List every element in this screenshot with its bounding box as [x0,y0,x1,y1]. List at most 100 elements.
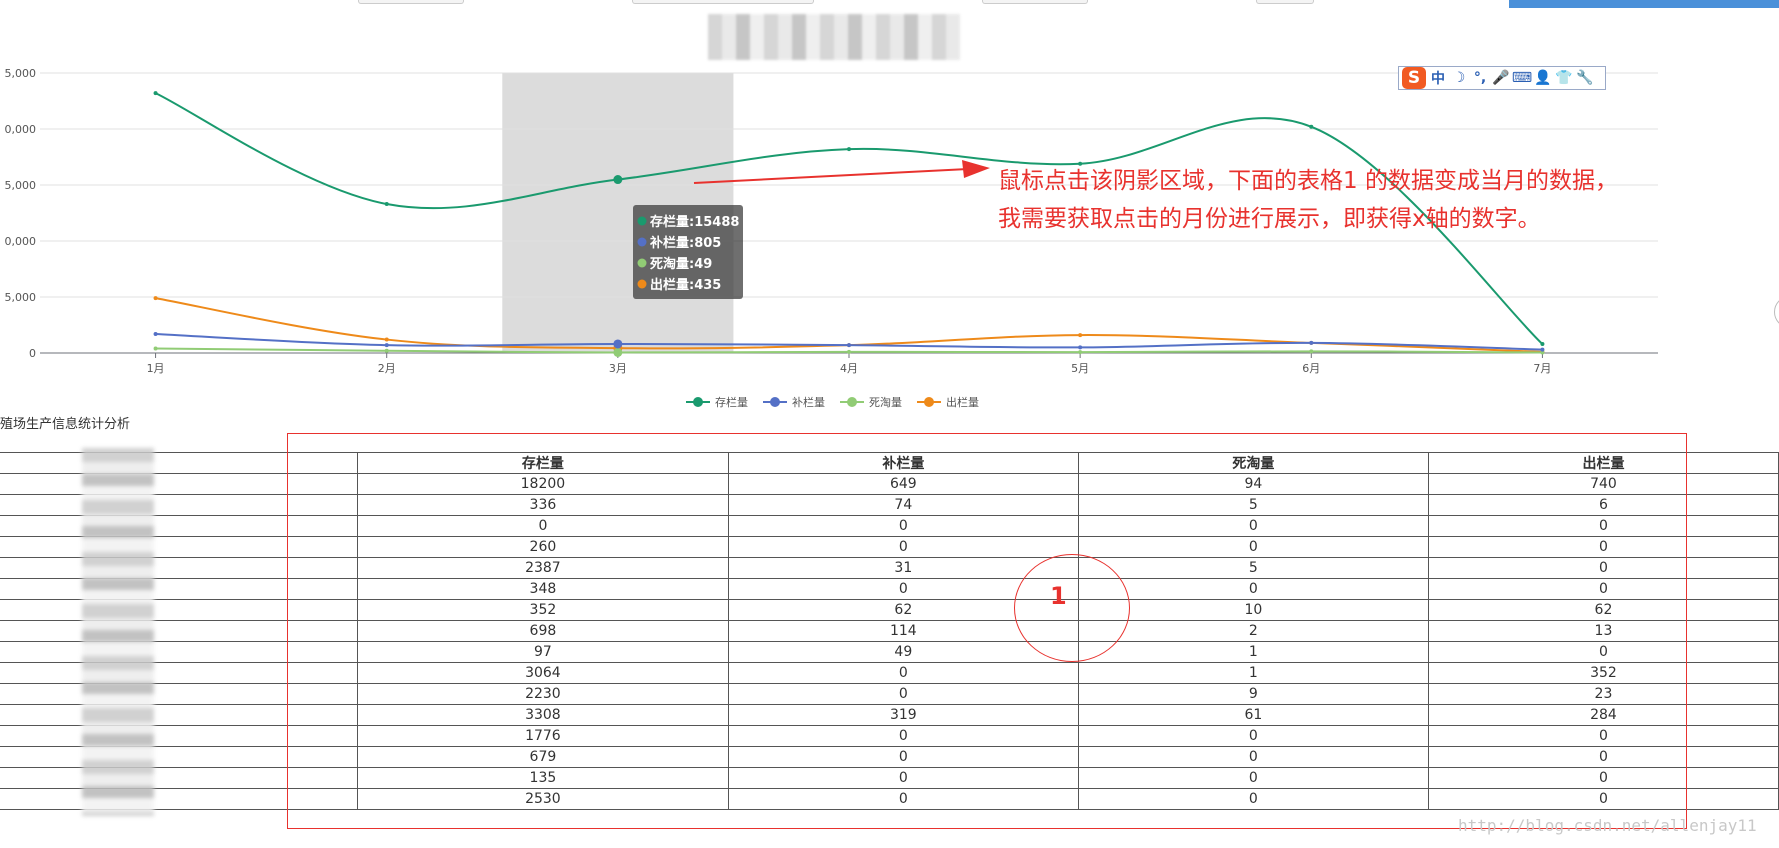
table-row: 679 0 0 0 [0,746,1779,768]
annotation-line-1: 鼠标点击该阴影区域，下面的表格1 的数据变成当月的数据， [998,168,1618,194]
table-row: 352 62 10 62 [0,599,1779,621]
table-cell: 319 [727,704,1079,726]
table-cell: 679 [357,746,729,768]
tooltip-marker [637,216,647,226]
row-name-cell [0,620,358,642]
row-name-cell [0,578,358,600]
data-point [384,348,389,353]
watermark: http://blog.csdn.net/allenjay11 [1458,816,1757,835]
shirt-icon[interactable]: 👕 [1555,69,1573,87]
table-cell: 114 [727,620,1079,642]
row-name-cell [0,494,358,516]
row-name-cell [0,788,358,810]
table-cell: 740 [1427,473,1779,495]
table-cell: 74 [727,494,1079,516]
moon-icon[interactable]: ☽ [1450,69,1468,87]
annotation-line-2: 我需要获取点击的月份进行展示，即获得x轴的数字。 [998,206,1541,232]
data-point [384,202,389,207]
row-name-cell [0,683,358,705]
tooltip-marker [637,258,647,268]
annotation-arrow-line [693,168,969,184]
table-cell: 2230 [357,683,729,705]
legend-label[interactable]: 死淘量 [869,396,902,409]
tooltip-text: 死淘量:49 [650,256,712,272]
table-row: 2230 0 9 23 [0,683,1779,705]
table-cell: 0 [357,515,729,537]
punctuation-icon[interactable]: °, [1471,69,1489,87]
table-cell: 94 [1077,473,1429,495]
y-tick-label: 0,000 [5,123,37,136]
chinese-mode-icon[interactable]: 中 [1429,69,1447,87]
table-row: 3064 0 1 352 [0,662,1779,684]
table-cell: 260 [357,536,729,558]
table-row: 348 0 0 0 [0,578,1779,600]
data-point [1309,124,1314,129]
table-cell: 698 [357,620,729,642]
table-cell: 0 [1427,641,1779,663]
table-cell: 352 [1427,662,1779,684]
table-cell: 0 [1077,578,1429,600]
data-point [613,347,623,357]
data-point [1309,349,1314,354]
x-tick-label: 5月 [1071,362,1089,375]
data-table: 存栏量 补栏量 死淘量 出栏量 18200 649 94 740 336 74 5 6 0 0 0 0… [0,452,1779,810]
table-cell: 0 [727,725,1079,747]
table-cell: 0 [1427,578,1779,600]
row-name-cell [0,557,358,579]
table-cell: 1776 [357,725,729,747]
legend-label[interactable]: 出栏量 [946,395,979,409]
table-cell: 0 [727,788,1079,810]
keyboard-icon[interactable]: ⌨ [1512,69,1532,87]
row-name-cell [0,641,358,663]
legend-marker [770,397,780,407]
x-tick-label: 7月 [1533,362,1551,375]
legend-label[interactable]: 存栏量 [715,395,748,409]
table-cell: 348 [357,578,729,600]
table-cell: 97 [357,641,729,663]
table-row: 2387 31 5 0 [0,557,1779,579]
table-row: 3308 319 61 284 [0,704,1779,726]
data-point [1540,347,1545,352]
row-name-cell [0,536,358,558]
table-cell: 49 [727,641,1079,663]
table-cell: 2387 [357,557,729,579]
table-cell: 18200 [357,473,729,495]
data-point [384,337,389,342]
table-cell: 62 [1427,599,1779,621]
sogou-logo-icon[interactable]: S [1402,67,1426,89]
ime-toolbar[interactable]: S 中 ☽ °, 🎤 ⌨ 👤 👕 🔧 [1398,66,1606,90]
table-row: 1776 0 0 0 [0,725,1779,747]
name-column-header [0,452,358,474]
table-cell: 0 [1077,536,1429,558]
table-cell: 352 [357,599,729,621]
row-name-cell [0,515,358,537]
row-name-cell [0,746,358,768]
tooltip-text: 出栏量:435 [650,277,721,293]
table-row: 2530 0 0 0 [0,788,1779,810]
table-cell: 0 [727,578,1079,600]
data-point [153,331,158,336]
table-cell: 284 [1427,704,1779,726]
table-cell: 1 [1077,641,1429,663]
table-cell: 62 [727,599,1079,621]
table-cell: 0 [1077,767,1429,789]
column-header-stock: 存栏量 [357,452,729,474]
table-cell: 5 [1077,494,1429,516]
legend-label[interactable]: 补栏量 [792,395,825,409]
user-icon[interactable]: 👤 [1534,69,1552,87]
row-name-cell [0,767,358,789]
row-name-cell [0,704,358,726]
table-cell: 0 [727,767,1079,789]
wrench-icon[interactable]: 🔧 [1576,69,1594,87]
legend-marker [693,397,703,407]
table-cell: 0 [1427,536,1779,558]
y-tick-label: 0 [29,347,36,360]
legend-marker [924,397,934,407]
microphone-icon[interactable]: 🎤 [1492,69,1510,87]
table-cell: 3308 [357,704,729,726]
data-point [153,296,158,301]
data-point [847,343,851,348]
data-point [153,346,158,351]
section-title: 殖场生产信息统计分析 [0,417,131,432]
table-cell: 3064 [357,662,729,684]
